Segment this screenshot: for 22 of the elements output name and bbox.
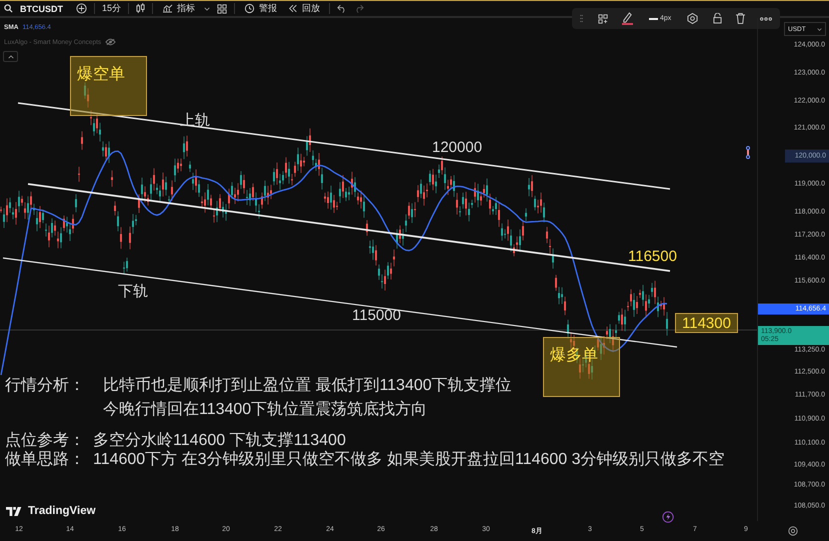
analysis-label: 点位参考： <box>5 430 85 451</box>
alert-button[interactable]: 警报 <box>242 2 280 15</box>
symbol-button[interactable]: BTCUSDT <box>20 4 63 14</box>
chart-label: 116500 <box>628 248 677 265</box>
interval-button[interactable]: 15分 <box>102 2 122 15</box>
chart-label: 上轨 <box>180 111 210 130</box>
analysis-text: 比特币也是顺利打到止盈位置 最低打到113400下轨支撑位 <box>103 376 512 396</box>
analysis-label: 做单思路： <box>5 450 85 470</box>
annotation-box: 爆空单 <box>70 56 147 116</box>
replay-button[interactable]: 回放 <box>286 2 322 15</box>
analysis-text: 今晚行情回在113400下轨位置震荡筑底找方向 <box>103 400 428 420</box>
chart-label: 下轨 <box>118 282 148 301</box>
annotation-box: 爆多单 <box>543 337 620 397</box>
analysis-text: 114600下方 在3分钟级别里只做空不做多 如果美股开盘拉回114600 3分钟级别只做多不空 <box>93 450 725 470</box>
indicators-button[interactable]: 指标 <box>160 2 198 15</box>
brand-name: TradingView <box>28 505 96 517</box>
brand-logo[interactable]: TradingView <box>6 505 96 517</box>
analysis-label: 行情分析： <box>5 376 85 396</box>
price-tag: 114300 <box>675 313 738 333</box>
analysis-text: 多空分水岭114600 下轨支撑113400 <box>93 430 346 450</box>
chart-label: 120000 <box>432 139 482 156</box>
chart-label: 115000 <box>352 307 401 324</box>
